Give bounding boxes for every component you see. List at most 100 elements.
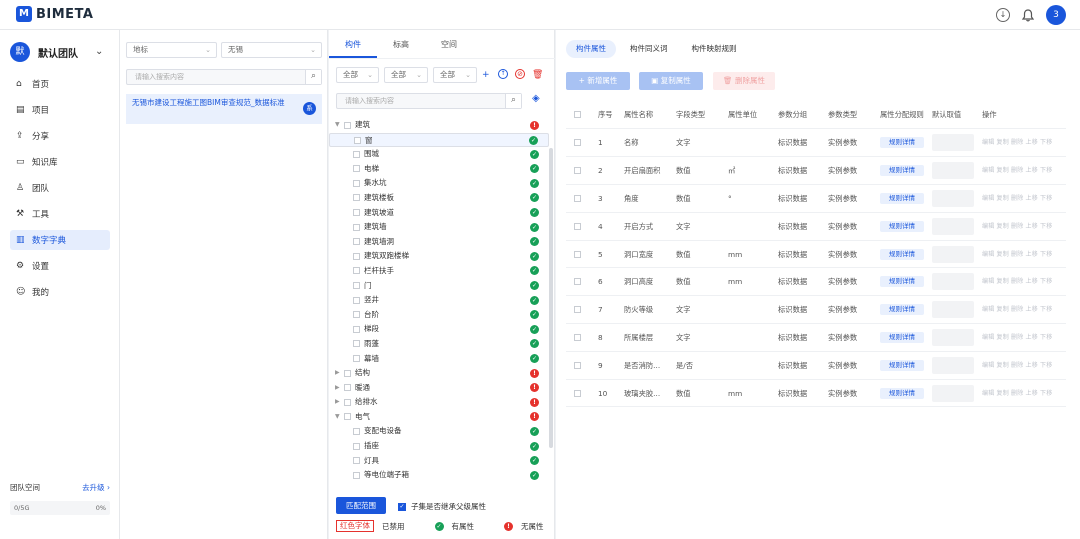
logo[interactable]: M BIMETA	[16, 6, 93, 22]
tree-node-checkbox[interactable]	[353, 252, 360, 260]
row-checkbox[interactable]	[574, 306, 581, 314]
tree-node[interactable]: 集水坑 ✓	[329, 176, 549, 191]
tree-scrollbar[interactable]	[549, 148, 553, 448]
tree-node[interactable]: 建筑双跑楼梯 ✓	[329, 249, 549, 264]
user-avatar[interactable]: 3	[1046, 5, 1066, 25]
filter-select-3[interactable]: 全部 ⌄	[433, 67, 477, 83]
layers-icon[interactable]: ◈	[532, 93, 540, 104]
tree-node-checkbox[interactable]	[353, 355, 360, 362]
row-actions[interactable]: 编辑 复制 删除 上移 下移	[982, 296, 1052, 324]
check-icon[interactable]: ✓	[398, 502, 406, 511]
nav-item-share[interactable]: ⇪ 分享	[10, 126, 110, 146]
standards-search-input[interactable]: 请输入搜索内容 ⌕	[126, 69, 322, 85]
rule-detail-button[interactable]: 规则详情	[880, 332, 924, 344]
tree-node[interactable]: 雨蓬 ✓	[329, 337, 549, 352]
rule-detail-button[interactable]: 规则详情	[880, 360, 924, 372]
rule-detail-button[interactable]: 规则详情	[880, 248, 924, 260]
filter-select-1[interactable]: 全部 ⌄	[336, 67, 379, 83]
row-actions[interactable]: 编辑 复制 删除 上移 下移	[982, 324, 1052, 352]
team-switcher[interactable]: 默 默认团队	[10, 42, 78, 62]
tree-node-checkbox[interactable]	[353, 238, 360, 246]
row-actions[interactable]: 编辑 复制 删除 上移 下移	[982, 268, 1052, 296]
tree-node[interactable]: 电梯 ✓	[329, 162, 549, 177]
add-attribute-button[interactable]: + 新增属性	[566, 72, 630, 90]
tab-0[interactable]: 构件	[329, 30, 377, 58]
rule-detail-button[interactable]: 规则详情	[880, 164, 924, 176]
default-value-input[interactable]	[932, 134, 974, 151]
default-value-input[interactable]	[932, 329, 974, 347]
tree-node-checkbox[interactable]	[353, 311, 360, 319]
tree-node[interactable]: 建筑墙洞 ✓	[329, 235, 549, 250]
region-select[interactable]: 无锡 ⌄	[221, 42, 322, 58]
tree-node-checkbox[interactable]	[353, 267, 360, 275]
tree-node[interactable]: 等电位端子箱 ✓	[329, 468, 549, 483]
row-checkbox[interactable]	[574, 278, 581, 286]
delete-attribute-button[interactable]: 🗑 删除属性	[713, 72, 775, 90]
tree-node[interactable]: 窗 ✓	[329, 132, 549, 148]
row-checkbox[interactable]	[574, 194, 581, 202]
default-value-input[interactable]	[932, 161, 974, 179]
row-checkbox[interactable]	[574, 166, 581, 174]
rule-detail-button[interactable]: 规则详情	[880, 192, 924, 204]
search-icon[interactable]: ⌕	[305, 70, 321, 84]
delete-icon[interactable]: 🗑	[532, 70, 543, 80]
attr-tab-0[interactable]: 构件属性	[566, 40, 616, 58]
tree-node-checkbox[interactable]	[353, 340, 360, 348]
tab-1[interactable]: 标高	[377, 30, 425, 58]
default-value-input[interactable]	[932, 301, 974, 319]
nav-item-knowledge[interactable]: ▭ 知识库	[10, 152, 110, 172]
search-icon[interactable]: ⌕	[505, 94, 521, 108]
default-value-input[interactable]	[932, 385, 974, 403]
filter-select-2[interactable]: 全部 ⌄	[384, 67, 428, 83]
row-checkbox[interactable]	[574, 250, 581, 258]
chevron-down-icon[interactable]: ▼	[335, 410, 340, 425]
row-checkbox[interactable]	[574, 334, 581, 342]
bell-icon[interactable]	[1022, 8, 1034, 22]
nav-item-project[interactable]: ▤ 项目	[10, 100, 110, 120]
tree-node-checkbox[interactable]	[353, 150, 360, 158]
chevron-right-icon[interactable]: ▶	[335, 366, 340, 381]
chevron-right-icon[interactable]: ▶	[335, 395, 340, 410]
add-icon[interactable]: +	[482, 70, 490, 80]
tree-node[interactable]: 灯具 ✓	[329, 454, 549, 469]
upgrade-link[interactable]: 去升级 ›	[82, 482, 110, 493]
match-scope-button[interactable]: 匹配范围	[336, 497, 386, 514]
tree-node-checkbox[interactable]	[344, 369, 351, 377]
tree-node[interactable]: 竖井 ✓	[329, 293, 549, 308]
tree-node[interactable]: ▼ 建筑!	[329, 118, 549, 133]
tree-node-checkbox[interactable]	[353, 165, 360, 173]
row-actions[interactable]: 编辑 复制 删除 上移 下移	[982, 380, 1052, 408]
tree-node[interactable]: 建筑墙 ✓	[329, 220, 549, 235]
default-value-input[interactable]	[932, 273, 974, 291]
tree-node[interactable]: 建筑楼板 ✓	[329, 191, 549, 206]
tree-node-checkbox[interactable]	[353, 457, 360, 465]
tree-node-checkbox[interactable]	[353, 296, 360, 304]
rule-detail-button[interactable]: 规则详情	[880, 220, 924, 232]
default-value-input[interactable]	[932, 245, 974, 263]
row-actions[interactable]: 编辑 复制 删除 上移 下移	[982, 213, 1052, 241]
nav-item-settings[interactable]: ⚙ 设置	[10, 256, 110, 276]
tree-node-checkbox[interactable]	[344, 413, 351, 421]
tree-node-checkbox[interactable]	[353, 194, 360, 202]
chevron-down-icon[interactable]: ▼	[335, 118, 340, 133]
tree-node-checkbox[interactable]	[353, 282, 360, 290]
tree-node[interactable]: ▶ 暖通!	[329, 381, 549, 396]
row-actions[interactable]: 编辑 复制 删除 上移 下移	[982, 241, 1052, 269]
rule-detail-button[interactable]: 规则详情	[880, 276, 924, 288]
tree-node-checkbox[interactable]	[353, 209, 360, 217]
tree-node-checkbox[interactable]	[354, 137, 361, 145]
standard-type-select[interactable]: 地标 ⌄	[126, 42, 217, 58]
select-all-checkbox[interactable]	[574, 111, 581, 118]
nav-item-home[interactable]: ⌂ 首页	[10, 74, 110, 94]
arrow-up-circle-icon[interactable]: ↑	[498, 69, 508, 79]
nav-item-dictionary[interactable]: ▥ 数字字典	[10, 230, 110, 250]
row-checkbox[interactable]	[574, 362, 581, 370]
tree-node-checkbox[interactable]	[344, 121, 351, 129]
tree-node[interactable]: ▼ 电气!	[329, 410, 549, 425]
tree-node-checkbox[interactable]	[353, 179, 360, 187]
standard-list-item[interactable]: 无锡市建设工程施工图BIM审查规范_数据标准 系	[126, 94, 322, 124]
disable-icon[interactable]: ⊘	[515, 69, 525, 79]
tree-node-checkbox[interactable]	[353, 325, 360, 333]
chevron-right-icon[interactable]: ▶	[335, 381, 340, 396]
nav-item-tools[interactable]: ⚒ 工具	[10, 204, 110, 224]
